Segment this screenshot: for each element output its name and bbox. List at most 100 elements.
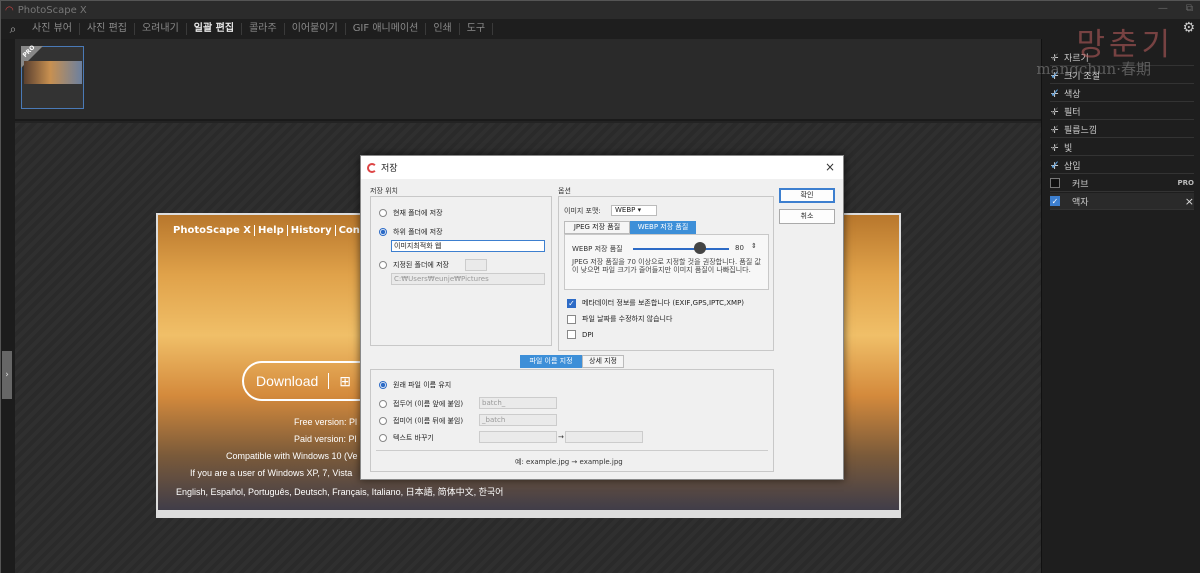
menu-photo-viewer[interactable]: 사진 뷰어: [25, 23, 80, 35]
photo-line: If you are a user of Windows XP, 7, Vist…: [190, 468, 353, 478]
panel-item-label: 액자: [1072, 197, 1089, 208]
tab-file-naming[interactable]: 파일 이름 지정: [520, 355, 582, 368]
panel-item-film[interactable]: + 필름느낌 ✓: [1050, 121, 1194, 138]
close-icon[interactable]: ×: [1185, 195, 1194, 208]
quality-slider-track[interactable]: [633, 248, 729, 250]
menu-tools[interactable]: 도구: [460, 23, 494, 35]
quality-slider-knob[interactable]: [693, 242, 706, 254]
panel-item-label: 커브: [1072, 179, 1089, 190]
replace-from-input[interactable]: [479, 431, 557, 443]
prefix-input[interactable]: batch_: [479, 397, 557, 409]
dialog-title: 저장: [381, 164, 398, 174]
check-icon[interactable]: ✓: [1050, 158, 1060, 172]
naming-example: 예: example.jpg → example.jpg: [515, 458, 623, 466]
menu-photo-editor[interactable]: 사진 편집: [80, 23, 135, 35]
format-select[interactable]: WEBP ▾: [611, 205, 657, 216]
curve-checkbox[interactable]: [1050, 178, 1060, 188]
check-icon[interactable]: ✓: [1050, 122, 1060, 136]
arrow-icon: →: [558, 433, 564, 441]
menu-collage[interactable]: 콜라주: [242, 23, 285, 35]
window-title: PhotoScape X: [17, 4, 87, 16]
check-icon[interactable]: ✓: [1050, 86, 1060, 100]
frame-checkbox[interactable]: ✓: [1050, 196, 1060, 206]
save-location-group: [370, 196, 552, 346]
panel-item-label: 필터: [1064, 107, 1081, 118]
cancel-button[interactable]: 취소: [779, 209, 835, 224]
replace-to-input[interactable]: [565, 431, 643, 443]
tab-webp-quality[interactable]: WEBP 저장 품질: [630, 221, 696, 234]
panel-item-filter[interactable]: + 필터 ✓: [1050, 103, 1194, 120]
quality-spinner[interactable]: ⇕: [751, 242, 757, 250]
minimize-button[interactable]: —: [1158, 3, 1168, 14]
sub-folder-input[interactable]: 이미지최적화 웹: [391, 240, 545, 252]
photo-line: Compatible with Windows 10 (Ve: [226, 451, 358, 461]
photo-nav-item: Help: [255, 225, 288, 236]
radio-label: 접미어 (이름 뒤에 붙임): [393, 417, 464, 425]
panel-item-frame[interactable]: ✓ 액자 ×: [1050, 193, 1194, 210]
ok-button[interactable]: 확인: [779, 188, 835, 203]
checkbox-mark[interactable]: [567, 314, 576, 324]
radio-dot[interactable]: [379, 209, 387, 217]
photo-line: Free version: Pl: [294, 417, 358, 427]
panel-item-curve[interactable]: 커브 PRO: [1050, 175, 1194, 192]
left-edge: ›: [1, 39, 15, 573]
edit-panel: + 자르기 ✓ + 크기 조절 ✓ + 색상 ✓ + 필터 ✓ + 필름느낌 ✓ + 빛 ✓ + 삽입 ✓ …: [1041, 39, 1200, 573]
radio-sub-folder[interactable]: 하위 폴더에 저장: [379, 227, 443, 237]
suffix-input[interactable]: _batch: [479, 414, 557, 426]
checkbox-mark[interactable]: [567, 330, 576, 339]
radio-suffix[interactable]: 접미어 (이름 뒤에 붙임): [379, 416, 463, 426]
menu-batch-editor[interactable]: 일괄 편집: [187, 23, 243, 35]
gear-icon[interactable]: ⚙: [1182, 20, 1195, 36]
panel-item-insert[interactable]: + 삽입 ✓: [1050, 157, 1194, 174]
close-icon[interactable]: ×: [825, 160, 835, 174]
panel-item-light[interactable]: + 빛 ✓: [1050, 139, 1194, 156]
keep-metadata-checkbox[interactable]: ✓ 메타데이터 정보를 보존합니다 (EXIF,GPS,IPTC,XMP): [567, 298, 744, 308]
check-icon[interactable]: ✓: [1050, 104, 1060, 118]
app-logo-icon: ◠: [5, 4, 14, 16]
options-label: 옵션: [558, 187, 571, 195]
thumbnail-image: [24, 61, 82, 84]
panel-item-label: 빛: [1064, 143, 1073, 154]
panel-item-color[interactable]: + 색상 ✓: [1050, 85, 1194, 102]
radio-dot[interactable]: [379, 434, 387, 442]
menu-cut-out[interactable]: 오려내기: [135, 23, 187, 35]
radio-keep-name[interactable]: 원래 파일 이름 유지: [379, 380, 451, 390]
menu-combine[interactable]: 이어붙이기: [285, 23, 346, 35]
dpi-checkbox[interactable]: DPI: [567, 330, 594, 339]
radio-label: 텍스트 바꾸기: [393, 434, 434, 442]
title-bar: ◠ PhotoScape X — ⧉: [1, 1, 1200, 19]
tab-jpeg-quality[interactable]: JPEG 저장 품질: [564, 221, 630, 234]
tab-advanced[interactable]: 상세 지정: [582, 355, 624, 368]
format-value: WEBP: [615, 206, 636, 214]
quality-value[interactable]: 80: [735, 244, 744, 252]
main-menu: ⌕ 사진 뷰어 사진 편집 오려내기 일괄 편집 콜라주 이어붙이기 GIF 애…: [1, 19, 1200, 39]
radio-replace-text[interactable]: 텍스트 바꾸기: [379, 433, 434, 443]
radio-dot[interactable]: [379, 381, 387, 389]
keep-date-checkbox[interactable]: 파일 날짜를 수정하지 않습니다: [567, 314, 672, 324]
checkbox-label: 메타데이터 정보를 보존합니다 (EXIF,GPS,IPTC,XMP): [582, 299, 745, 307]
radio-prefix[interactable]: 접두어 (이름 앞에 붙임): [379, 399, 463, 409]
check-icon[interactable]: ✓: [1050, 140, 1060, 154]
radio-label: 현재 폴더에 저장: [393, 209, 443, 217]
specified-path-input[interactable]: C:₩Users₩eunje₩Pictures: [391, 273, 545, 285]
checkbox-mark[interactable]: ✓: [567, 298, 576, 308]
browse-button[interactable]: [465, 259, 487, 271]
menu-print[interactable]: 인쇄: [426, 23, 460, 35]
thumbnail-strip: PRO: [15, 39, 1041, 121]
panel-toggle-button[interactable]: ›: [2, 351, 12, 399]
download-text: Download: [256, 373, 319, 389]
radio-dot[interactable]: [379, 417, 387, 425]
radio-dot[interactable]: [379, 228, 387, 236]
radio-dot[interactable]: [379, 400, 387, 408]
menu-gif[interactable]: GIF 애니메이션: [346, 23, 427, 35]
radio-label: 지정된 폴더에 저장: [393, 261, 449, 269]
radio-current-folder[interactable]: 현재 폴더에 저장: [379, 208, 443, 218]
panel-item-label: 색상: [1064, 89, 1081, 100]
thumbnail-item[interactable]: PRO: [21, 44, 84, 109]
checkbox-label: DPI: [582, 330, 594, 339]
maximize-button[interactable]: ⧉: [1186, 3, 1193, 14]
search-icon[interactable]: ⌕: [1, 22, 25, 37]
dialog-title-bar: 저장 ×: [361, 156, 843, 179]
radio-dot[interactable]: [379, 261, 387, 269]
radio-specified-folder[interactable]: 지정된 폴더에 저장: [379, 260, 449, 270]
